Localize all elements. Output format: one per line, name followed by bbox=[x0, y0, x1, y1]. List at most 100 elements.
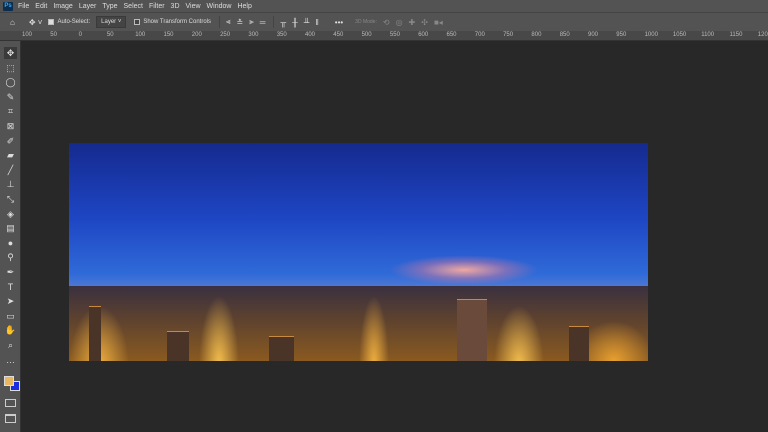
pan-3d-icon[interactable]: ✚ bbox=[409, 16, 416, 28]
building bbox=[167, 331, 189, 361]
tools-panel: ✥ ⬚ ◯ ✎ ⌗ ⊠ ✐ ▰ ╱ ⊥ ⤡ ◈ ▤ ● ⚲ ✒ T ➤ ▭ ✋ ⌕ … bbox=[0, 41, 21, 432]
ruler-label: 50 bbox=[106, 32, 114, 38]
ruler-label: 900 bbox=[588, 32, 599, 38]
tower bbox=[457, 299, 487, 361]
menu-edit[interactable]: Edit bbox=[35, 3, 47, 10]
quick-select-tool-icon[interactable]: ✎ bbox=[4, 91, 17, 103]
menu-help[interactable]: Help bbox=[237, 3, 251, 10]
ruler-label: 50 bbox=[50, 32, 57, 38]
menu-select[interactable]: Select bbox=[124, 3, 143, 10]
align-left-icon[interactable]: ⫷ bbox=[226, 16, 231, 28]
menu-window[interactable]: Window bbox=[207, 3, 232, 10]
menu-filter[interactable]: Filter bbox=[149, 3, 165, 10]
ruler-label: 300 bbox=[248, 32, 259, 38]
eraser-tool-icon[interactable]: ◈ bbox=[4, 208, 17, 220]
sunset-glow bbox=[389, 255, 539, 285]
ruler-label: 1200 bbox=[757, 32, 768, 38]
horizontal-ruler: 100 50 0 50 100 150 200 250 300 350 400 450 500 550 60… bbox=[0, 31, 768, 41]
ruler-label: 1050 bbox=[672, 32, 687, 38]
home-icon[interactable]: ⌂ bbox=[10, 16, 15, 28]
ruler-label: 500 bbox=[361, 32, 372, 38]
crop-tool-icon[interactable]: ⌗ bbox=[4, 105, 17, 117]
history-brush-tool-icon[interactable]: ⤡ bbox=[4, 193, 17, 205]
auto-select-checkbox[interactable]: Auto-Select: bbox=[48, 16, 90, 28]
ruler-label: 450 bbox=[333, 32, 344, 38]
hand-tool-icon[interactable]: ✋ bbox=[4, 324, 17, 336]
ruler-label: 200 bbox=[191, 32, 202, 38]
building bbox=[569, 326, 589, 361]
ruler-label: 250 bbox=[220, 32, 231, 38]
city-lights bbox=[69, 286, 648, 361]
roll-3d-icon[interactable]: ◎ bbox=[396, 16, 403, 28]
align-middle-icon[interactable]: ╫ bbox=[292, 16, 298, 28]
gradient-tool-icon[interactable]: ▤ bbox=[4, 222, 17, 234]
align-center-icon[interactable]: ≛ bbox=[237, 16, 244, 28]
ruler-label: 750 bbox=[503, 32, 514, 38]
ruler-label: 800 bbox=[531, 32, 542, 38]
healing-tool-icon[interactable]: ▰ bbox=[4, 149, 17, 161]
divider bbox=[219, 16, 221, 28]
auto-select-label: Auto-Select: bbox=[57, 19, 91, 25]
orbit-3d-icon[interactable]: ⟲ bbox=[383, 16, 390, 28]
brush-tool-icon[interactable]: ╱ bbox=[4, 164, 17, 176]
marquee-tool-icon[interactable]: ⬚ bbox=[4, 62, 17, 74]
blur-tool-icon[interactable]: ● bbox=[4, 237, 17, 249]
zoom-tool-icon[interactable]: ⌕ bbox=[4, 339, 17, 351]
move-tool-preset-icon[interactable]: ✥ ˅ bbox=[29, 16, 43, 28]
ruler-label: 850 bbox=[559, 32, 570, 38]
show-transform-label: Show Transform Controls bbox=[143, 19, 212, 25]
move-tool-icon[interactable]: ✥ bbox=[4, 47, 17, 59]
building bbox=[89, 306, 101, 361]
align-right-icon[interactable]: ⫸ bbox=[249, 16, 254, 28]
ruler-label: 150 bbox=[163, 32, 174, 38]
ruler-label: 1000 bbox=[644, 32, 658, 38]
show-transform-checkbox[interactable]: Show Transform Controls bbox=[134, 16, 211, 28]
menu-file[interactable]: File bbox=[18, 3, 29, 10]
stamp-tool-icon[interactable]: ⊥ bbox=[4, 178, 17, 190]
rectangle-tool-icon[interactable]: ▭ bbox=[4, 310, 17, 322]
ruler-label: 700 bbox=[474, 32, 485, 38]
menu-image[interactable]: Image bbox=[53, 3, 72, 10]
menu-type[interactable]: Type bbox=[102, 3, 117, 10]
more-options-button[interactable]: ••• bbox=[335, 16, 343, 28]
frame-tool-icon[interactable]: ⊠ bbox=[4, 120, 17, 132]
screen-mode-icon[interactable] bbox=[5, 414, 16, 423]
ruler-label: 1100 bbox=[701, 32, 715, 38]
foreground-color-swatch[interactable] bbox=[4, 376, 14, 386]
lasso-tool-icon[interactable]: ◯ bbox=[4, 76, 17, 88]
eyedropper-tool-icon[interactable]: ✐ bbox=[4, 135, 17, 147]
align-top-icon[interactable]: ╥ bbox=[280, 16, 286, 28]
ruler-label: 100 bbox=[135, 32, 146, 38]
scale-3d-icon[interactable]: ■◂ bbox=[434, 16, 443, 28]
dodge-tool-icon[interactable]: ⚲ bbox=[4, 251, 17, 263]
auto-select-target-dropdown[interactable]: Layer ˅ bbox=[96, 16, 127, 28]
slide-3d-icon[interactable]: ✣ bbox=[421, 16, 428, 28]
divider bbox=[273, 16, 275, 28]
menu-3d[interactable]: 3D bbox=[171, 3, 180, 10]
ruler-label: 0 bbox=[78, 32, 82, 38]
photoshop-logo: Ps bbox=[3, 1, 13, 11]
document-canvas-panorama[interactable] bbox=[69, 143, 648, 361]
layer-select-value: Layer bbox=[101, 19, 117, 25]
distribute-icon[interactable]: ═ bbox=[260, 16, 266, 28]
ruler-label: 1150 bbox=[729, 32, 743, 38]
ruler-label: 650 bbox=[446, 32, 457, 38]
building bbox=[269, 336, 294, 361]
checkbox-icon bbox=[134, 19, 141, 25]
ruler-label: 100 bbox=[22, 32, 33, 38]
options-bar: ⌂ ✥ ˅ Auto-Select: Layer ˅ Show Transfor… bbox=[0, 12, 768, 31]
pen-tool-icon[interactable]: ✒ bbox=[4, 266, 17, 278]
quick-mask-icon[interactable] bbox=[5, 399, 16, 407]
more-tool-icon[interactable]: … bbox=[4, 354, 17, 366]
type-tool-icon[interactable]: T bbox=[4, 281, 17, 293]
ruler-label: 350 bbox=[276, 32, 287, 38]
distribute-vertical-icon[interactable]: ‖ bbox=[315, 16, 318, 28]
ruler-label: 950 bbox=[616, 32, 627, 38]
checkbox-icon bbox=[48, 19, 55, 25]
ruler-label: 550 bbox=[389, 32, 400, 38]
ruler-label: 400 bbox=[305, 32, 316, 38]
menu-view[interactable]: View bbox=[186, 3, 201, 10]
path-select-tool-icon[interactable]: ➤ bbox=[4, 295, 17, 307]
menu-layer[interactable]: Layer bbox=[79, 3, 97, 10]
align-bottom-icon[interactable]: ╨ bbox=[304, 16, 310, 28]
